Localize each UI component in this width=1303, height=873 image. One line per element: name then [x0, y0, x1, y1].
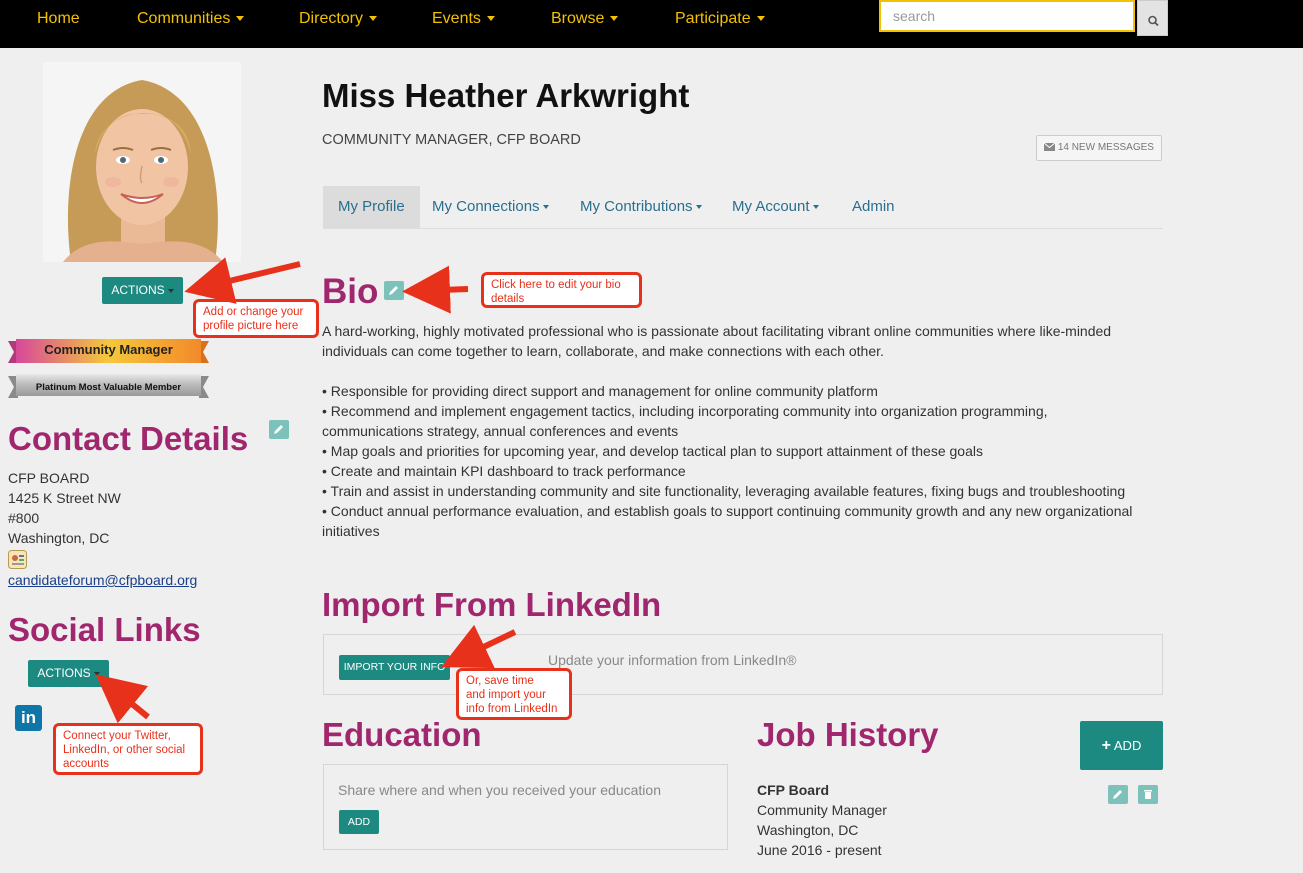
arrow-edit-bio — [402, 265, 469, 314]
arrow-linkedin-import — [441, 624, 517, 669]
arrow-social-actions — [95, 674, 150, 724]
arrow-profile-picture — [184, 257, 301, 304]
annotation-arrows — [95, 257, 517, 724]
